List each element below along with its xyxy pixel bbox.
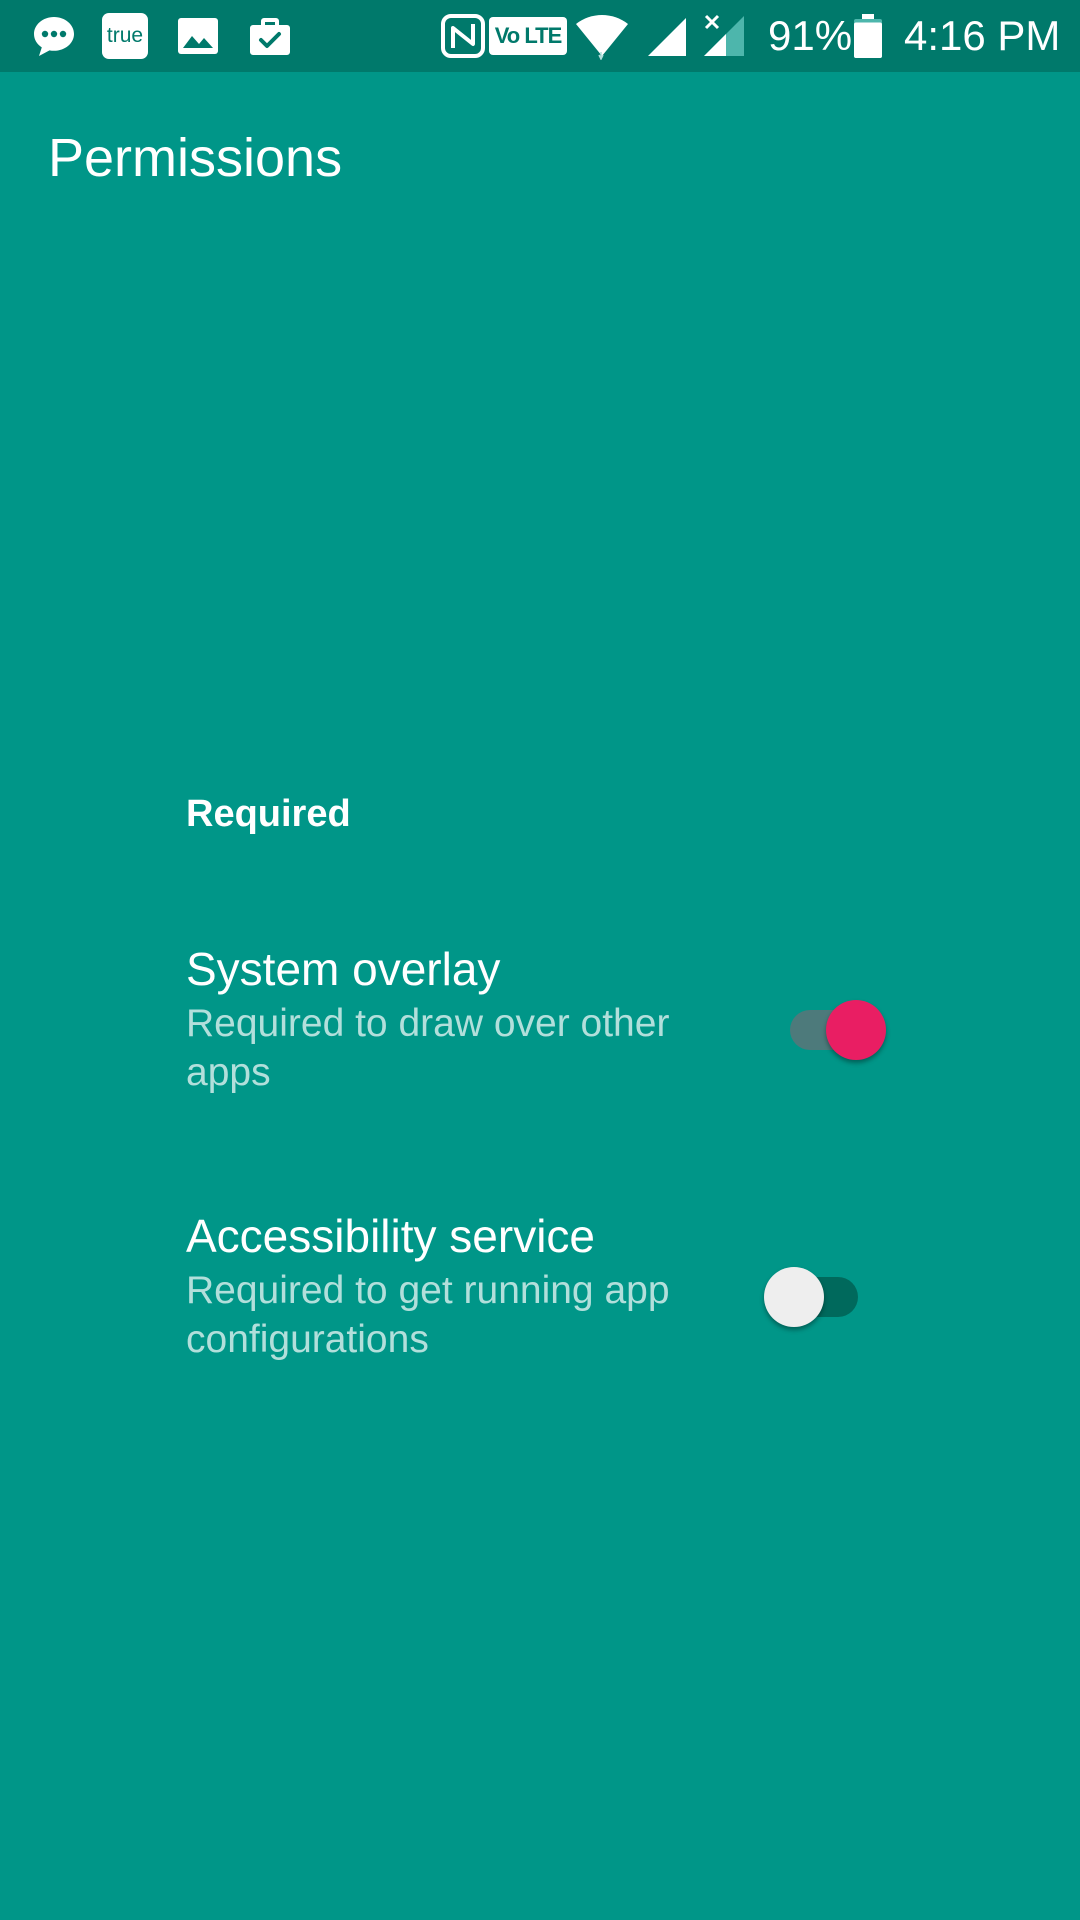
section-header-required: Required [186,793,351,835]
system-overlay-switch[interactable] [786,990,886,1060]
switch-thumb [764,1267,824,1327]
signal-no-service-icon [704,14,744,56]
switch-thumb [826,1000,886,1060]
permission-summary: Required to draw over other apps [186,1002,670,1094]
work-briefcase-icon [250,18,290,55]
wifi-icon [576,15,628,60]
status-bar: true Vo LTE 91% 4:16 PM [0,0,1080,72]
nfc-icon [441,14,485,58]
permission-title: Accessibility service [186,1210,595,1262]
gallery-icon [178,18,218,54]
true-app-icon: true [102,13,148,59]
battery-icon [854,14,882,58]
clock: 4:16 PM [904,12,1061,59]
signal-icon [648,18,686,56]
battery-percentage: 91% [768,12,853,59]
chat-bubble-icon [34,17,74,56]
volte-icon: Vo LTE [489,17,567,55]
permissions-screen: true Vo LTE 91% 4:16 PM Permissions Requ… [0,0,1080,1920]
permission-summary: Required to get running app configuratio… [186,1269,670,1361]
permission-title: System overlay [186,943,501,995]
page-title: Permissions [48,128,343,188]
accessibility-service-switch[interactable] [764,1257,864,1327]
